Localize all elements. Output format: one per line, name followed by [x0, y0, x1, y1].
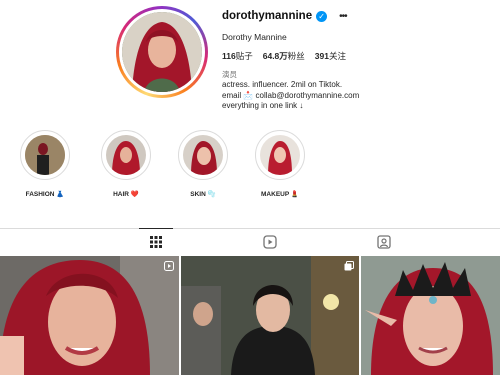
- posts-grid: [0, 256, 500, 375]
- tagged-icon: [377, 235, 391, 249]
- highlight-label: FASHION 👗: [25, 191, 65, 198]
- post-tile[interactable]: [181, 256, 359, 375]
- reels-icon: [263, 235, 277, 249]
- highlight-hair[interactable]: HAIR ❤️: [95, 130, 157, 198]
- post-image: [0, 256, 179, 375]
- post-image: [181, 256, 359, 375]
- highlight-skin[interactable]: SKIN 🫧: [172, 130, 234, 198]
- highlight-makeup[interactable]: MAKEUP 💄: [249, 130, 311, 198]
- highlight-label: MAKEUP 💄: [261, 191, 299, 198]
- grid-icon: [150, 236, 162, 248]
- posts-label: 贴子: [235, 51, 253, 61]
- username: dorothymannine: [222, 10, 313, 22]
- profile-avatar-ring[interactable]: [116, 6, 208, 98]
- bio-line: actress. influencer. 2mil on Tiktok.: [222, 80, 343, 89]
- following-label: 关注: [328, 51, 346, 61]
- profile-info: dorothymannine ✓ ••• Dorothy Mannine 116…: [222, 8, 492, 112]
- following-count: 391: [314, 51, 329, 61]
- post-image: [361, 256, 500, 375]
- skin-highlight-icon: [183, 135, 223, 175]
- hair-highlight-icon: [106, 135, 146, 175]
- highlight-ring: [101, 130, 151, 180]
- makeup-highlight-icon: [260, 135, 300, 175]
- followers-label: 粉丝: [287, 51, 305, 61]
- highlight-label: HAIR ❤️: [113, 191, 139, 198]
- active-tab-indicator: [139, 228, 173, 229]
- profile-category: 演员: [222, 70, 237, 79]
- highlight-ring: [178, 130, 228, 180]
- following-stat[interactable]: 391关注: [315, 50, 346, 62]
- post-tile[interactable]: [361, 256, 500, 375]
- highlight-ring: [20, 130, 70, 180]
- posts-tab[interactable]: [148, 234, 164, 250]
- verified-badge-icon: ✓: [316, 10, 328, 22]
- carousel-icon: [344, 261, 354, 271]
- reels-tab[interactable]: [262, 234, 278, 250]
- profile-stats: 116贴子 64.8万粉丝 391关注: [222, 50, 492, 62]
- story-highlights: FASHION 👗 HAIR ❤️ SKIN 🫧 MAKEUP 💄: [0, 130, 500, 200]
- followers-count: 64.8万: [262, 51, 288, 61]
- posts-stat: 116贴子: [222, 50, 253, 62]
- avatar-border: [119, 9, 205, 95]
- highlight-fashion[interactable]: FASHION 👗: [14, 130, 76, 198]
- name-row: dorothymannine ✓ •••: [222, 8, 492, 24]
- avatar[interactable]: [122, 12, 202, 92]
- followers-stat[interactable]: 64.8万粉丝: [263, 50, 305, 62]
- highlight-label: SKIN 🫧: [190, 191, 216, 198]
- more-options-icon[interactable]: •••: [339, 11, 347, 22]
- avatar-portrait: [122, 12, 202, 92]
- fashion-highlight-icon: [25, 135, 65, 175]
- reel-icon: [164, 261, 174, 271]
- bio-link-line: everything in one link ↓: [222, 101, 304, 110]
- full-name: Dorothy Mannine: [222, 32, 287, 42]
- post-tile[interactable]: [0, 256, 179, 375]
- profile-tabs: [0, 228, 500, 254]
- tagged-tab[interactable]: [376, 234, 392, 250]
- highlight-ring: [255, 130, 305, 180]
- bio-email: email 📩 collab@dorothymannine.com: [222, 90, 360, 100]
- posts-count: 116: [222, 51, 236, 61]
